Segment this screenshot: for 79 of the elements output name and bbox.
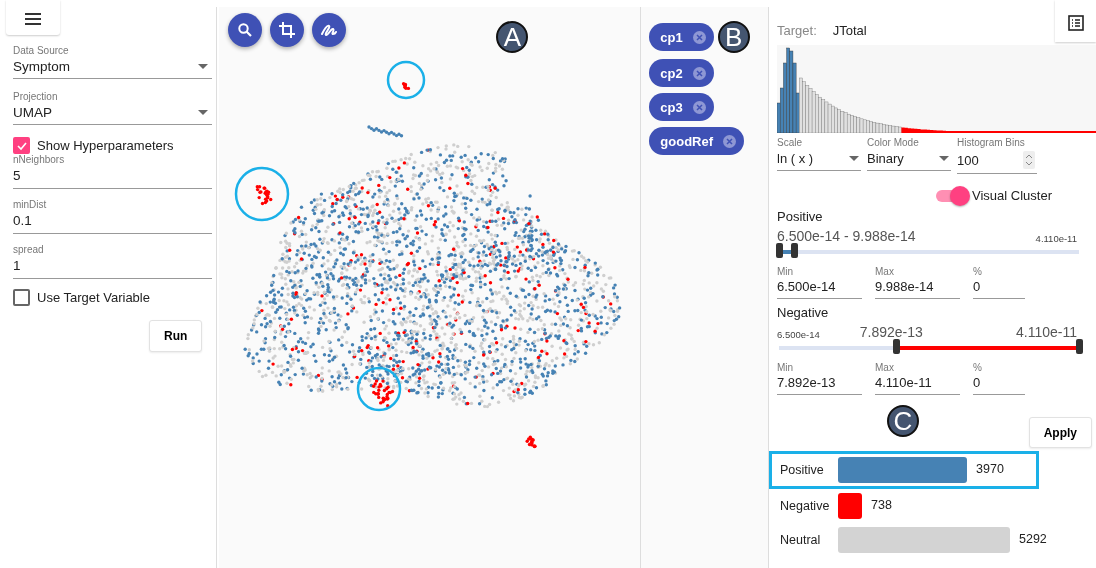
checkbox[interactable] (13, 289, 30, 306)
field-label: Min (777, 362, 795, 373)
annotation-label: B (717, 21, 750, 53)
field-label: Min (777, 266, 795, 277)
menu-icon (25, 13, 41, 25)
spinner-icon (1023, 151, 1035, 169)
histogram-bins-field[interactable]: 100 (957, 148, 1037, 174)
section-title: Positive (777, 209, 824, 224)
slider-thumb[interactable] (893, 339, 900, 354)
slider-thumb[interactable] (776, 243, 783, 258)
range-high-value: 4.110e-11 (1016, 324, 1077, 340)
section-title: Negative (777, 305, 830, 320)
field-label: spread (13, 244, 45, 255)
crop-button[interactable] (270, 13, 305, 47)
slider-thumb[interactable] (791, 243, 798, 258)
crop-icon (278, 21, 297, 39)
input-field[interactable]: 5 (13, 165, 213, 189)
projection-select[interactable]: UMAP (13, 102, 213, 125)
filter-chip[interactable]: cp1 (649, 23, 714, 51)
run-button[interactable]: Run (149, 320, 203, 352)
target-label: Target: (777, 23, 817, 40)
annotation-label: A (496, 21, 529, 53)
checkbox[interactable] (13, 137, 30, 154)
list-view-button[interactable] (1055, 0, 1096, 42)
legend-label: Positive (780, 463, 825, 477)
checkbox-label: Use Target Variable (37, 290, 150, 305)
count-value: 3970 (976, 462, 1004, 476)
field-label: Scale (777, 137, 803, 148)
close-icon[interactable] (692, 66, 706, 80)
field-label: Max (875, 266, 895, 277)
input-field[interactable]: 0.1 (13, 210, 213, 234)
input-field[interactable]: 9.988e-14 (875, 277, 960, 299)
input-field[interactable]: 0 (973, 373, 1025, 395)
squiggle-icon (320, 22, 339, 38)
field-label: Projection (13, 91, 59, 102)
input-field[interactable]: 0 (973, 277, 1025, 299)
search-button[interactable] (228, 13, 263, 47)
data-source-select[interactable]: Symptom (13, 56, 213, 79)
slider-thumb[interactable] (1076, 339, 1083, 354)
input-field[interactable]: 4.110e-11 (875, 373, 960, 395)
field-label: minDist (13, 199, 48, 210)
filter-chip[interactable]: cp2 (649, 59, 714, 87)
list-icon (1067, 14, 1084, 31)
field-label: Data Source (13, 45, 70, 56)
field-label: Histogram Bins (957, 137, 1026, 148)
search-icon (237, 22, 254, 38)
range-max-label: 4.110e-11 (1035, 233, 1077, 244)
filter-chip[interactable]: goodRef (649, 127, 745, 155)
field-label: % (973, 266, 983, 277)
range-min-label: 6.500e-14 (777, 329, 820, 340)
highlight-circle (356, 366, 403, 412)
close-icon[interactable] (692, 100, 706, 114)
menu-button[interactable] (6, 0, 60, 35)
field-label: % (973, 362, 983, 373)
input-field[interactable]: 7.892e-13 (777, 373, 862, 395)
toggle-label: Visual Cluster (972, 188, 1052, 203)
input-field[interactable]: 6.500e-14 (777, 277, 862, 299)
filter-chip[interactable]: cp3 (649, 93, 714, 121)
checkbox-label: Show Hyperparameters (37, 138, 174, 153)
field-label: nNeighbors (13, 154, 66, 165)
field-label: Max (875, 362, 895, 373)
annotation-label: C (887, 405, 919, 437)
range-low-value: 7.892e-13 (859, 324, 923, 340)
highlight-circle (234, 166, 291, 222)
close-icon[interactable] (692, 30, 706, 44)
close-icon[interactable] (723, 134, 737, 148)
color-mode-select[interactable]: Binary (867, 148, 951, 171)
highlight-circle (386, 60, 427, 100)
legend-label: Neutral (780, 533, 822, 547)
apply-button[interactable]: Apply (1028, 417, 1092, 448)
range-value: 6.500e-14 - 9.988e-14 (777, 228, 916, 244)
count-value: 5292 (1019, 532, 1047, 546)
legend-label: Negative (780, 499, 831, 513)
scale-select[interactable]: ln ( x ) (777, 148, 861, 171)
lasso-button[interactable] (312, 13, 347, 47)
input-field[interactable]: 1 (13, 255, 213, 279)
count-value: 738 (871, 498, 892, 512)
field-label: Color Mode (867, 137, 920, 148)
target-value: JTotal (832, 23, 867, 40)
